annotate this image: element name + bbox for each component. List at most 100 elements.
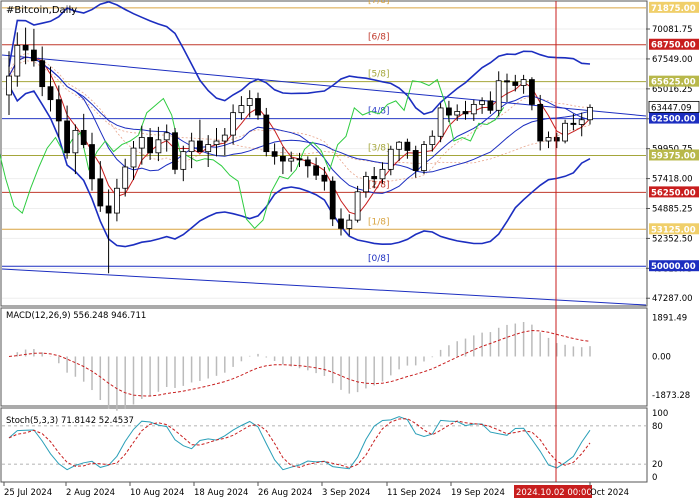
level-tag-text: 62500.00	[651, 115, 696, 125]
bull-candle	[221, 134, 228, 142]
time-axis: 25 Jul 2024 2 Aug 2024 10 Aug 2024 18 Aug 2…	[3, 482, 629, 498]
bear-candle	[196, 140, 203, 153]
level-tag-text: 71875.00	[651, 4, 696, 14]
price-pane-frame	[0, 0, 648, 307]
bear-candle	[371, 176, 378, 180]
bear-candle	[105, 205, 112, 214]
bear-candle	[80, 129, 87, 145]
level-label: [1/8]	[368, 217, 390, 227]
level-price-tags: 71875.00 68750.00 65625.00 62500.00 59375.00…	[649, 1, 699, 272]
bear-candle	[271, 151, 278, 157]
stoch-label: Stoch(5,3,3) 71.8142 52.4537	[6, 416, 134, 426]
bear-candle	[329, 180, 336, 220]
bull-candle	[288, 158, 295, 162]
level-tag-text: 56250.00	[651, 188, 696, 198]
bear-candle	[39, 60, 46, 88]
bull-candle	[213, 140, 220, 145]
bear-candle	[462, 111, 469, 115]
bull-candle	[429, 135, 436, 145]
bull-candle	[545, 137, 552, 142]
bear-candle	[570, 122, 577, 125]
bear-candle	[404, 141, 411, 151]
time-tick-label: 18 Aug 2024	[194, 488, 248, 498]
bull-candle	[122, 166, 129, 189]
level-label: [0/8]	[368, 254, 390, 264]
bull-candle	[421, 144, 427, 171]
bear-candle	[263, 114, 270, 153]
bull-candle	[14, 44, 21, 77]
bear-candle	[504, 80, 510, 83]
level-label: [6/8]	[368, 33, 390, 43]
bear-candle	[64, 120, 70, 154]
macd-label: MACD(12,26,9) 556.248 946.711	[6, 311, 146, 321]
bear-candle	[55, 99, 62, 122]
bull-candle	[205, 144, 212, 153]
bull-candle	[587, 106, 593, 121]
stoch-tick-label: 80	[652, 422, 663, 432]
bull-candle	[246, 98, 253, 106]
bull-candle	[180, 151, 187, 170]
bull-candle	[362, 176, 369, 193]
macd-tick-label: -1873.28	[652, 391, 690, 401]
bull-candle	[155, 139, 162, 154]
bear-candle	[89, 144, 95, 180]
macd-tick-label: 0.00	[652, 352, 671, 362]
time-tick-label: 11 Sep 2024	[387, 488, 441, 498]
bear-candle	[445, 107, 452, 116]
bear-candle	[47, 86, 54, 101]
macd-tick-label: 1891.49	[652, 313, 687, 323]
bear-candle	[172, 132, 178, 170]
chart-canvas: [7/8][6/8][5/8][4/8][3/8][2/8][1/8][0/8]…	[0, 0, 700, 498]
bear-candle	[512, 81, 519, 86]
bull-candle	[188, 140, 195, 153]
bull-candle	[396, 141, 403, 150]
bull-candle	[495, 80, 502, 111]
bear-candle	[147, 137, 154, 154]
bear-candle	[304, 159, 311, 167]
bull-candle	[379, 168, 386, 180]
bear-candle	[279, 155, 286, 162]
level-tag-text: 68750.00	[651, 41, 696, 51]
time-tick-label: 3 Sep 2024	[322, 488, 370, 498]
level-tag-text: 50000.00	[651, 262, 696, 272]
bear-candle	[255, 98, 261, 116]
level-label: [5/8]	[368, 70, 390, 80]
bull-candle	[578, 119, 585, 125]
bull-candle	[562, 122, 568, 142]
bear-candle	[338, 218, 344, 229]
bull-candle	[130, 147, 137, 168]
time-tick-label: Oct 2024	[590, 488, 629, 498]
time-tick-label: 26 Aug 2024	[258, 488, 312, 498]
current-price-text: 63447.09	[651, 103, 692, 113]
level-tag-text: 59375.00	[651, 151, 696, 161]
bear-candle	[97, 178, 104, 207]
bear-candle	[529, 79, 535, 105]
time-tick-label: 25 Jul 2024	[4, 488, 52, 498]
bear-candle	[296, 158, 303, 161]
current-price-tag: 63447.09	[648, 100, 700, 113]
level-tag-text: 65625.00	[651, 78, 696, 88]
bear-candle	[30, 49, 37, 62]
bull-candle	[114, 187, 120, 214]
time-tick-label: 19 Sep 2024	[451, 488, 505, 498]
stoch-tick-label: 20	[652, 460, 663, 470]
price-tick-label: 52352.50	[652, 234, 693, 244]
time-tick-label: 10 Aug 2024	[130, 488, 184, 498]
bear-candle	[22, 44, 29, 51]
bull-candle	[470, 103, 477, 115]
bear-candle	[537, 103, 544, 142]
bull-candle	[387, 148, 394, 170]
bull-candle	[354, 191, 361, 221]
bull-candle	[479, 100, 486, 105]
time-tick-label: 2 Aug 2024	[66, 488, 115, 498]
bull-candle	[230, 112, 237, 136]
price-tick-label: 54885.25	[652, 205, 693, 215]
bull-candle	[437, 107, 444, 137]
stoch-tick-label: 0	[652, 473, 657, 483]
bull-candle	[238, 105, 245, 114]
price-tick-label: 70081.75	[652, 25, 693, 35]
time-marker-label: 2024.10.02 00:00	[516, 488, 592, 498]
price-tick-label: 67549.00	[652, 55, 693, 65]
bear-candle	[313, 165, 320, 176]
level-tag-text: 53125.00	[651, 225, 696, 235]
